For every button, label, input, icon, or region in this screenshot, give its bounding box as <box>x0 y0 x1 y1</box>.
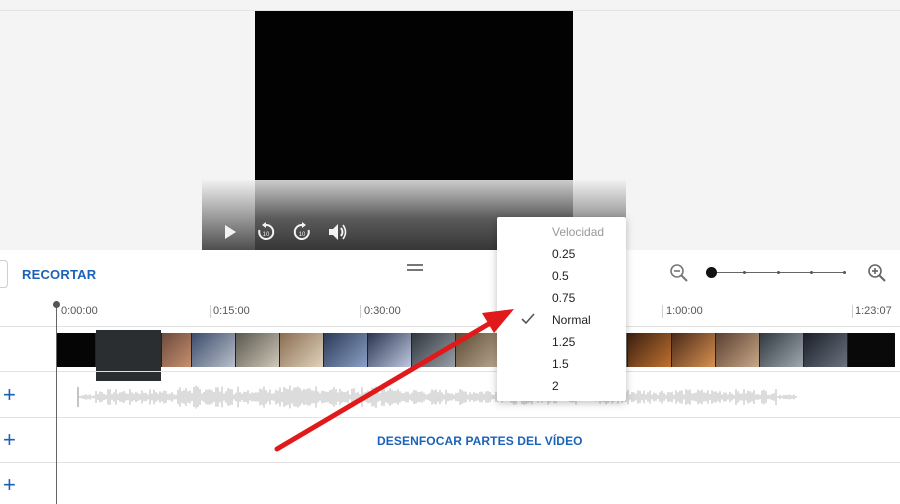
add-track-button[interactable]: + <box>3 474 16 496</box>
speed-option-0-75[interactable]: 0.75 <box>552 291 575 305</box>
edge-control[interactable] <box>0 260 8 288</box>
trim-button[interactable]: RECORTAR <box>22 267 96 282</box>
filmstrip-frame <box>324 333 368 367</box>
zoom-tick <box>777 271 780 274</box>
time-tick <box>662 305 663 318</box>
filmstrip-frame <box>804 333 848 367</box>
audio-waveform[interactable] <box>76 384 801 410</box>
playhead-handle[interactable] <box>53 301 60 308</box>
ruler-divider <box>0 326 900 327</box>
time-label: 1:23:07 <box>855 305 892 317</box>
svg-text:10: 10 <box>263 232 270 238</box>
filmstrip-frame <box>672 333 716 367</box>
add-blur-button[interactable]: + <box>3 429 16 451</box>
track-divider <box>0 462 900 463</box>
track-divider <box>0 417 900 418</box>
zoom-tick <box>743 271 746 274</box>
filmstrip-frame <box>456 333 500 367</box>
zoom-tick <box>843 271 846 274</box>
time-label: 0:00:00 <box>61 305 98 317</box>
filmstrip-frame <box>236 333 280 367</box>
rewind-10-icon[interactable]: 10 <box>254 220 278 244</box>
svg-text:10: 10 <box>299 232 306 238</box>
filmstrip-frame <box>57 333 96 367</box>
time-label: 0:15:00 <box>213 305 250 317</box>
speed-option-0-5[interactable]: 0.5 <box>552 269 569 283</box>
volume-icon[interactable] <box>326 220 350 244</box>
blur-parts-button[interactable]: DESENFOCAR PARTES DEL VÍDEO <box>377 434 583 448</box>
speed-option-normal[interactable]: Normal <box>552 313 591 327</box>
check-icon <box>521 312 535 330</box>
filmstrip-frame <box>280 333 324 367</box>
track-divider <box>0 371 900 372</box>
time-tick <box>360 305 361 318</box>
filmstrip-frame <box>628 333 672 367</box>
video-editor: 10 10 RECORTAR 0:00:00 0:15:00 0:30:00 1… <box>0 0 900 504</box>
add-audio-button[interactable]: + <box>3 384 16 406</box>
speed-menu-header: Velocidad <box>552 225 605 239</box>
selected-thumbnail[interactable] <box>96 330 161 381</box>
filmstrip-frame <box>192 333 236 367</box>
speed-option-0-25[interactable]: 0.25 <box>552 247 575 261</box>
filmstrip-frame <box>760 333 804 367</box>
filmstrip-frame <box>716 333 760 367</box>
zoom-in-icon[interactable] <box>867 263 887 288</box>
filmstrip-frame <box>368 333 412 367</box>
speed-option-1-25[interactable]: 1.25 <box>552 335 575 349</box>
time-tick <box>210 305 211 318</box>
speed-menu: Velocidad 0.25 0.5 0.75 Normal 1.25 1.5 … <box>497 217 626 401</box>
playhead[interactable] <box>56 304 57 504</box>
zoom-slider-knob[interactable] <box>706 267 717 278</box>
filmstrip-frame <box>412 333 456 367</box>
filmstrip-frame <box>848 333 894 367</box>
zoom-out-icon[interactable] <box>669 263 689 288</box>
time-label: 0:30:00 <box>364 305 401 317</box>
player-controls: 10 10 <box>218 220 350 244</box>
video-filmstrip[interactable] <box>57 333 895 367</box>
time-label: 1:00:00 <box>666 305 703 317</box>
filmstrip-frame <box>162 333 192 367</box>
play-icon[interactable] <box>218 220 242 244</box>
resize-handle-icon[interactable] <box>407 264 423 274</box>
zoom-tick <box>810 271 813 274</box>
forward-10-icon[interactable]: 10 <box>290 220 314 244</box>
time-tick <box>852 305 853 318</box>
speed-option-2[interactable]: 2 <box>552 379 559 393</box>
speed-option-1-5[interactable]: 1.5 <box>552 357 569 371</box>
